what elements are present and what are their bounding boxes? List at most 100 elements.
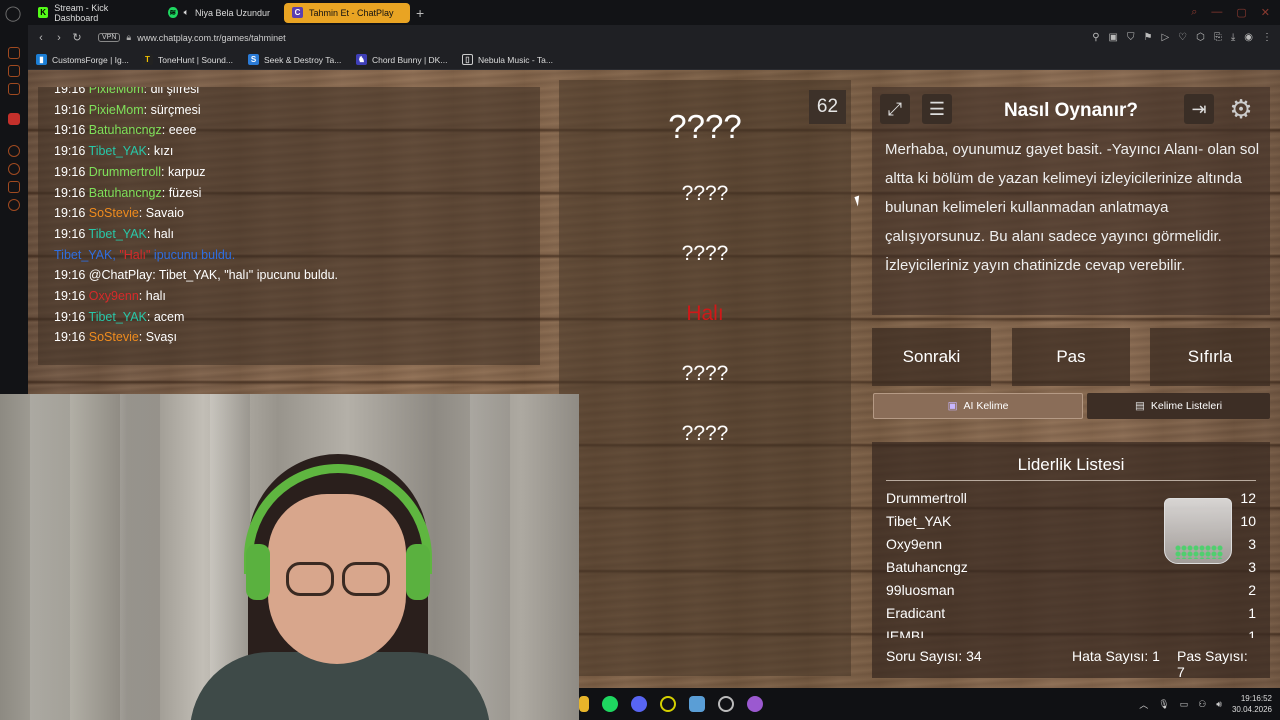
bookmark-chord-bunny[interactable]: ♞ Chord Bunny | DK... xyxy=(356,54,454,65)
microphone-icon[interactable]: 🎙︎ xyxy=(1158,699,1169,710)
search-tabs-icon[interactable]: ⌕ xyxy=(1191,6,1197,19)
question-count: Soru Sayısı: 34 xyxy=(886,648,982,664)
exit-icon[interactable]: ⇥ xyxy=(1184,94,1214,124)
pass-count: Pas Sayısı: 7 xyxy=(1177,648,1248,680)
minimize-icon[interactable]: — xyxy=(1211,6,1222,19)
curtain-fold xyxy=(30,394,70,720)
play-icon[interactable]: ▷ xyxy=(1161,32,1169,43)
chat-line: 19:16 SoStevie: Savaio xyxy=(54,203,540,224)
bookmark-favicon-icon: S xyxy=(248,54,259,65)
ai-word-button[interactable]: ▣ AI Kelime xyxy=(873,393,1083,419)
volume-icon[interactable]: 🔊︎ xyxy=(1216,699,1222,710)
sidebar-icon[interactable] xyxy=(8,47,20,59)
system-clock[interactable]: 19:16:52 30.04.2026 xyxy=(1232,693,1272,715)
chat-user: @ChatPlay xyxy=(88,268,153,283)
lock-icon: 🔒︎ xyxy=(126,32,132,42)
settings-gear-icon[interactable]: ⚙ xyxy=(1226,94,1256,124)
tab-spotify[interactable]: ≋ 🔈︎ Niya Bela Uzundur Bu xyxy=(160,3,280,23)
chevron-up-icon[interactable]: ︿ xyxy=(1139,698,1148,711)
chat-time: 19:16 xyxy=(54,206,86,221)
extensions-icon[interactable]: ⬡ xyxy=(1196,32,1205,43)
bookmark-icon[interactable]: ⚑ xyxy=(1143,32,1152,43)
bookmark-label: CustomsForge | Ig... xyxy=(52,54,129,65)
leaderboard-panel: Liderlik Listesi Drummertroll 12 Tibet_YA… xyxy=(872,442,1270,678)
bookmark-favicon-icon: T xyxy=(142,54,153,65)
easy-files-icon[interactable]: ⎘ xyxy=(1214,32,1222,43)
hint-word: ???? xyxy=(681,242,729,265)
display-icon[interactable]: ▭ xyxy=(1180,699,1189,710)
new-tab-button[interactable]: + xyxy=(416,5,424,21)
obs-icon[interactable] xyxy=(718,696,734,712)
word-column: ???? ???? ???? Halı ???? ???? xyxy=(559,80,851,676)
chat-time: 19:16 xyxy=(54,185,86,200)
tab-chatplay[interactable]: C Tahmin Et - ChatPlay xyxy=(284,2,410,23)
camera-icon[interactable]: ◉ xyxy=(1244,32,1253,43)
chat-msg: : füzesi xyxy=(161,185,202,200)
close-icon[interactable]: ✕ xyxy=(1261,6,1270,19)
sidebar-icon[interactable] xyxy=(8,65,20,77)
word-lists-button[interactable]: ▤ Kelime Listeleri xyxy=(1087,393,1270,419)
chat-line: 19:16 PixieMom: sürçmesi xyxy=(54,100,540,121)
tab-kick-dashboard[interactable]: K Stream - Kick Dashboard xyxy=(30,3,156,23)
sidebar-icon[interactable] xyxy=(8,145,20,157)
youtube-icon[interactable] xyxy=(8,113,20,125)
bookmark-seek-destroy[interactable]: S Seek & Destroy Ta... xyxy=(248,54,348,65)
leaderboard-row: Eradicant 1 xyxy=(886,605,1256,621)
app-purple-icon[interactable] xyxy=(747,696,763,712)
folder-icon[interactable] xyxy=(579,696,589,712)
network-icon[interactable]: ⚇ xyxy=(1198,699,1206,710)
chat-time: 19:16 xyxy=(54,330,86,345)
spotify-icon[interactable] xyxy=(602,696,618,712)
download-icon[interactable]: ⤓ xyxy=(1231,32,1235,43)
chat-time: 19:16 xyxy=(54,268,86,283)
player-name: 99luosman xyxy=(886,582,955,598)
settings-icon[interactable] xyxy=(8,199,20,211)
back-icon[interactable]: ‹ xyxy=(32,32,50,44)
bookmark-customsforge[interactable]: ▮ CustomsForge | Ig... xyxy=(36,54,134,65)
snapshot-icon[interactable]: ▣ xyxy=(1109,32,1118,43)
chat-msg: : acem xyxy=(146,309,185,324)
notes-icon[interactable]: ☰ xyxy=(922,94,952,124)
chat-time: 19:16 xyxy=(54,87,86,96)
opera-gx-icon[interactable] xyxy=(660,696,676,712)
history-icon[interactable] xyxy=(8,163,20,175)
headset-ear-right xyxy=(406,544,430,600)
address-bar-tools: ⚲ ▣ ⛉ ⚑ ▷ ♡ ⬡ ⎘ ⤓ ◉ ⋮ xyxy=(1092,32,1280,43)
adblock-icon[interactable]: ⛉ xyxy=(1127,32,1135,43)
vpn-badge[interactable]: VPN xyxy=(98,33,121,42)
fullscreen-icon[interactable]: ⤢ xyxy=(880,94,910,124)
player-name: IEMBI xyxy=(886,628,925,638)
player-name: Batuhancngz xyxy=(886,559,968,575)
chat-user: Tibet_YAK xyxy=(88,226,147,241)
url-field[interactable]: www.chatplay.com.tr/games/tahminet xyxy=(137,33,285,43)
player-score: 1 xyxy=(1248,628,1256,638)
menu-icon[interactable]: ⋮ xyxy=(1262,32,1272,43)
pin-icon[interactable]: ⚲ xyxy=(1092,32,1099,43)
spotify-icon: ≋ xyxy=(168,7,178,18)
pass-button[interactable]: Pas xyxy=(1012,328,1130,386)
browser-sidebar xyxy=(0,25,28,395)
sidebar-icon[interactable] xyxy=(8,83,20,95)
next-button[interactable]: Sonraki xyxy=(872,328,991,386)
sidebar-icon[interactable] xyxy=(8,181,20,193)
chat-found-word: "Halı" xyxy=(119,247,151,262)
chat-panel: 19:16 PixieMom: dil şifresi 19:16 PixieM… xyxy=(38,87,540,365)
chat-time: 19:16 xyxy=(54,144,86,159)
heart-icon[interactable]: ♡ xyxy=(1178,32,1187,43)
maximize-icon[interactable]: ▢ xyxy=(1236,6,1246,19)
how-to-play-panel: ⤢ ☰ Nasıl Oynanır? ⇥ ⚙ Merhaba, oyunumuz… xyxy=(872,87,1270,315)
bookmark-tonehunt[interactable]: T ToneHunt | Sound... xyxy=(142,54,240,65)
reload-icon[interactable]: ↻ xyxy=(68,31,86,44)
player-name: Oxy9enn xyxy=(886,536,943,552)
bookmark-nebula-music[interactable]: ▯ Nebula Music - Ta... xyxy=(462,54,560,65)
app-icon[interactable] xyxy=(689,696,705,712)
webcam-overlay xyxy=(0,394,579,720)
opera-logo-icon[interactable]: ◯ xyxy=(0,0,26,25)
reset-button[interactable]: Sıfırla xyxy=(1150,328,1270,386)
chat-line: 19:16 Tibet_YAK: halı xyxy=(54,224,540,245)
discord-icon[interactable] xyxy=(631,696,647,712)
forward-icon[interactable]: › xyxy=(50,32,68,44)
clock-date: 30.04.2026 xyxy=(1231,705,1272,714)
hint-word: ???? xyxy=(681,422,729,445)
hint-word: ???? xyxy=(681,182,729,205)
